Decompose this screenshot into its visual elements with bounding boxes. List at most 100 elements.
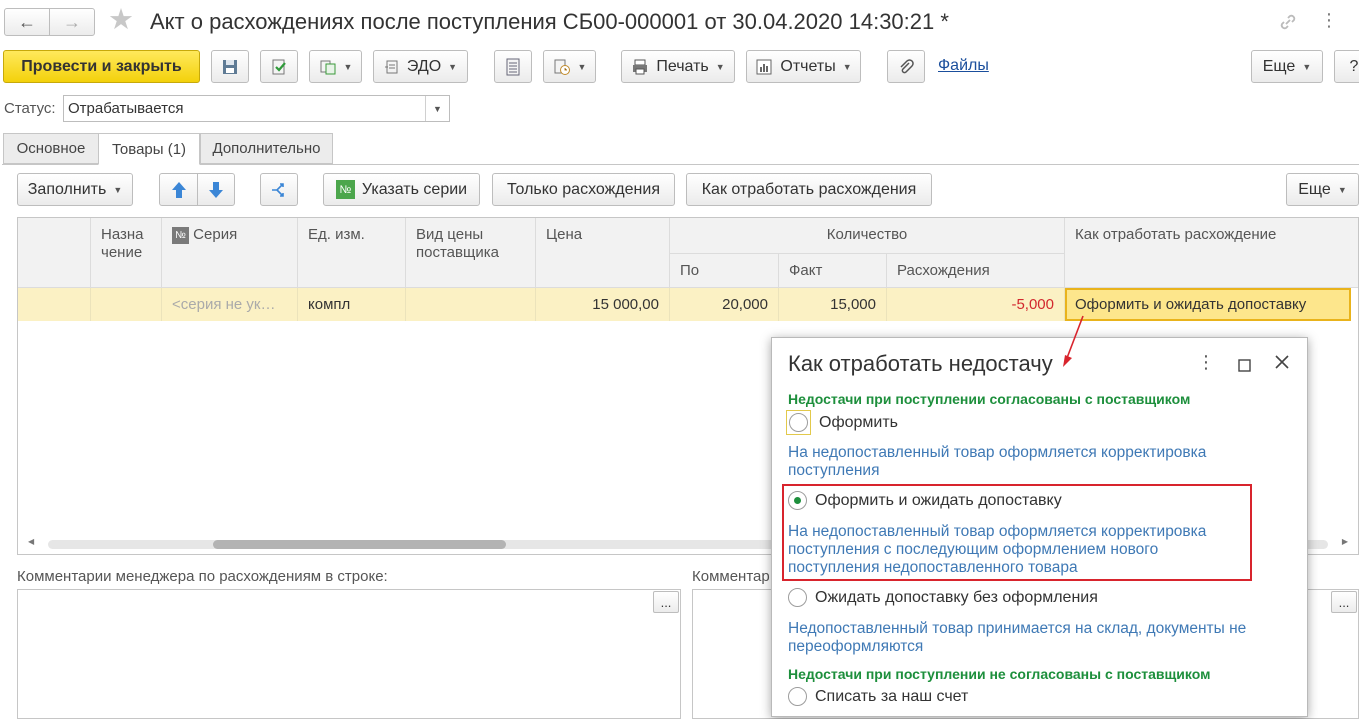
back-button[interactable]: ← <box>4 8 50 36</box>
caret-down-icon: ▼ <box>715 61 725 72</box>
tab-additional[interactable]: Дополнительно <box>200 133 333 164</box>
arrow-down-icon <box>207 181 225 199</box>
link-icon[interactable] <box>1278 12 1298 37</box>
post-document-icon <box>270 58 288 76</box>
document-clock-icon <box>553 58 571 76</box>
manager-comments-field[interactable] <box>17 589 681 719</box>
table-cell-price-type[interactable] <box>406 288 536 321</box>
option-register-description: На недопоставленный товар оформляется ко… <box>788 444 1207 479</box>
column-header-price[interactable]: Цена <box>536 218 670 288</box>
floppy-icon <box>221 58 239 76</box>
edo-button[interactable]: ЭДО ▼ <box>373 50 468 83</box>
arrow-up-icon <box>170 181 188 199</box>
radio-button[interactable] <box>788 687 807 706</box>
radio-focus-frame <box>786 410 811 435</box>
option-register[interactable]: Оформить <box>786 410 898 435</box>
maximize-icon[interactable] <box>1238 356 1251 377</box>
forward-button[interactable]: → <box>49 8 95 36</box>
table-cell-purpose[interactable] <box>91 288 162 321</box>
fill-button[interactable]: Заполнить ▼ <box>17 173 133 206</box>
edo-icon <box>384 58 400 76</box>
only-differences-button[interactable]: Только расхождения <box>492 173 675 206</box>
column-header-price-type[interactable]: Вид цены поставщика <box>406 218 536 288</box>
highlight-box <box>782 484 1252 581</box>
create-based-on-button[interactable]: ▼ <box>309 50 362 83</box>
window-title: Акт о расхождениях после поступления СБ0… <box>150 9 949 34</box>
popup-title: Как отработать недостачу <box>788 351 1053 376</box>
option-write-off[interactable]: Списать за наш счет <box>788 687 968 706</box>
split-icon <box>270 181 288 199</box>
how-to-process-button[interactable]: Как отработать расхождения <box>686 173 932 206</box>
column-header-how-to-process[interactable]: Как отработать расхождение <box>1065 218 1358 288</box>
tab-goods[interactable]: Товары (1) <box>98 133 200 165</box>
caret-down-icon: ▼ <box>343 61 353 72</box>
table-cell-qty-doc[interactable]: 20,000 <box>670 288 779 321</box>
group-heading-not-agreed: Недостачи при поступлении не согласованы… <box>788 666 1211 682</box>
column-header-qty-fact[interactable]: Факт <box>779 253 887 288</box>
help-button[interactable]: ? <box>1334 50 1359 83</box>
column-header-qty-diff[interactable]: Расхождения <box>887 253 1065 288</box>
reports-button[interactable]: Отчеты ▼ <box>746 50 861 83</box>
attach-button[interactable] <box>887 50 925 83</box>
series-number-icon: № <box>335 180 355 199</box>
more-vertical-icon[interactable]: ⋮ <box>1197 352 1215 373</box>
files-link[interactable]: Файлы <box>938 57 989 75</box>
option-wait-without-register[interactable]: Ожидать допоставку без оформления <box>788 588 1098 607</box>
save-button[interactable] <box>211 50 249 83</box>
arrow-left-icon: ← <box>18 11 36 32</box>
table-cell-row-number[interactable] <box>18 288 91 321</box>
option-wait-without-register-description: Недопоставленный товар принимается на ск… <box>788 620 1247 655</box>
series-number-icon: № <box>172 226 189 244</box>
annotation-arrow-icon <box>1063 315 1084 367</box>
column-header-unit[interactable]: Ед. изм. <box>298 218 406 288</box>
tab-divider <box>2 164 1359 165</box>
status-label: Статус: <box>4 100 56 117</box>
paperclip-icon <box>897 58 915 76</box>
column-header-row-number[interactable] <box>18 218 91 288</box>
column-header-qty-doc[interactable]: По <box>670 253 779 288</box>
tab-main[interactable]: Основное <box>3 133 99 164</box>
table-cell-unit[interactable]: компл <box>298 288 406 321</box>
table-cell-price[interactable]: 15 000,00 <box>536 288 670 321</box>
manager-comments-open-button[interactable]: ... <box>653 591 679 613</box>
caret-down-icon[interactable]: ▼ <box>425 96 449 121</box>
move-up-button[interactable] <box>159 173 198 206</box>
table-cell-qty-diff[interactable]: -5,000 <box>887 288 1065 321</box>
caret-down-icon: ▼ <box>448 61 458 72</box>
second-comments-label: Комментар <box>692 568 770 585</box>
table-cell-qty-fact[interactable]: 15,000 <box>779 288 887 321</box>
column-header-series[interactable]: № Серия <box>162 218 298 288</box>
favorite-star-icon[interactable]: ★ <box>108 6 134 35</box>
column-header-quantity[interactable]: Количество <box>670 218 1065 254</box>
journal-button[interactable] <box>494 50 532 83</box>
create-based-icon <box>319 58 337 76</box>
set-series-button[interactable]: № Указать серии <box>323 173 480 206</box>
scroll-left-icon[interactable]: ◀ <box>28 537 34 546</box>
post-button[interactable] <box>260 50 298 83</box>
status-select[interactable]: Отрабатывается ▼ <box>63 95 450 122</box>
caret-down-icon: ▼ <box>577 61 587 72</box>
report-icon <box>755 58 773 76</box>
caret-down-icon: ▼ <box>1337 184 1347 195</box>
radio-button[interactable] <box>788 588 807 607</box>
scroll-right-icon[interactable]: ▶ <box>1342 537 1348 546</box>
more-button[interactable]: Еще ▼ <box>1251 50 1323 83</box>
column-header-purpose[interactable]: Назна чение <box>91 218 162 288</box>
table-cell-series[interactable]: <серия не ук… <box>162 288 298 321</box>
goods-more-button[interactable]: Еще ▼ <box>1286 173 1359 206</box>
table-cell-how-to-process[interactable]: Оформить и ожидать допоставку <box>1065 288 1351 321</box>
more-vertical-icon[interactable]: ⋮ <box>1320 10 1338 31</box>
caret-down-icon: ▼ <box>842 61 852 72</box>
print-button[interactable]: Печать ▼ <box>621 50 735 83</box>
scroll-thumb[interactable] <box>213 540 506 549</box>
split-row-button[interactable] <box>260 173 298 206</box>
post-and-close-button[interactable]: Провести и закрыть <box>3 50 200 83</box>
printer-icon <box>631 58 649 76</box>
status-value: Отрабатывается <box>68 100 184 117</box>
radio-button[interactable] <box>789 413 808 432</box>
move-down-button[interactable] <box>197 173 235 206</box>
close-icon[interactable] <box>1274 354 1290 375</box>
manager-comments-label: Комментарии менеджера по расхождениям в … <box>17 568 388 585</box>
related-docs-button[interactable]: ▼ <box>543 50 596 83</box>
second-comments-open-button[interactable]: ... <box>1331 591 1357 613</box>
